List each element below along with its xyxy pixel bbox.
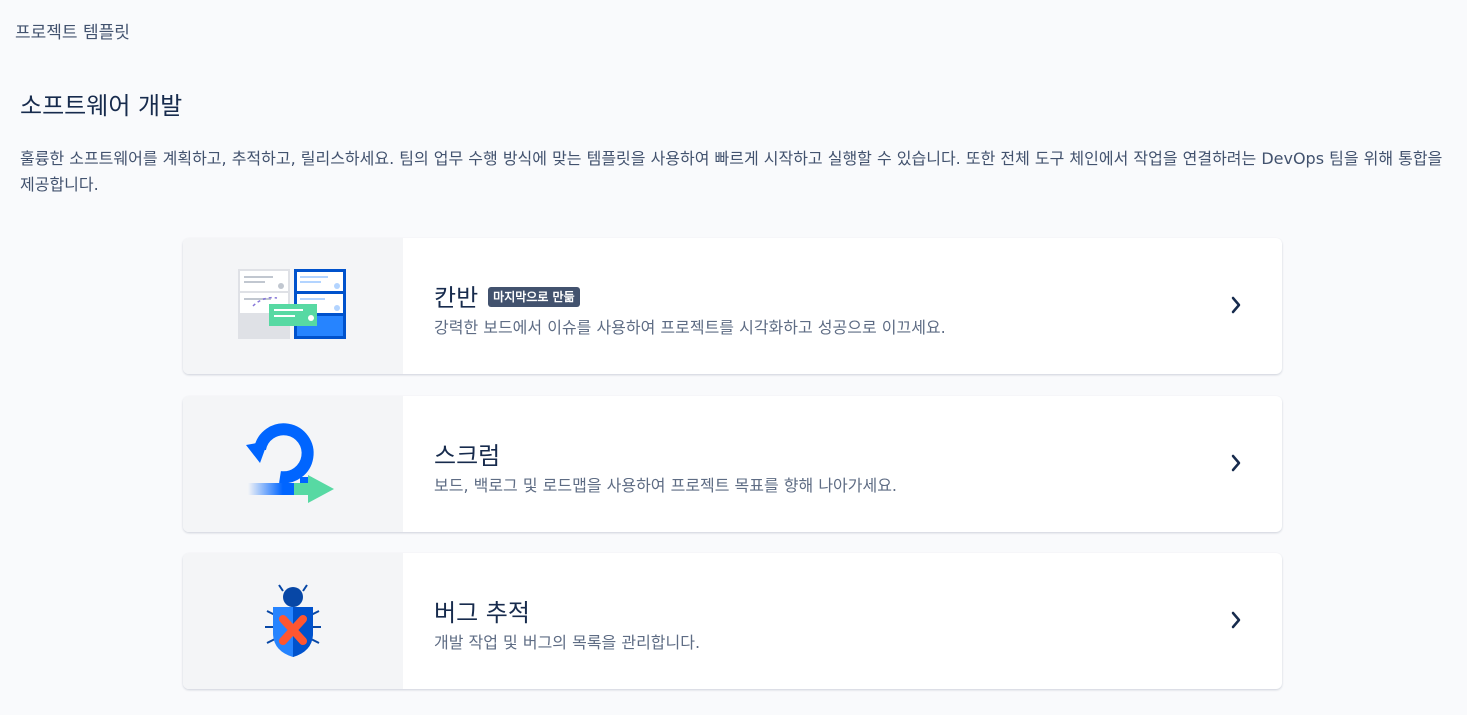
breadcrumb[interactable]: 프로젝트 템플릿 <box>15 18 130 43</box>
last-created-badge: 마지막으로 만듦 <box>488 286 580 307</box>
scrum-illustration <box>183 396 403 532</box>
scrum-cycle-icon <box>246 423 334 503</box>
card-description: 강력한 보드에서 이슈를 사용하여 프로젝트를 시각화하고 성공으로 이끄세요. <box>434 318 946 337</box>
template-card-kanban[interactable]: 칸반 마지막으로 만듦 강력한 보드에서 이슈를 사용하여 프로젝트를 시각화하… <box>183 238 1282 374</box>
card-description: 개발 작업 및 버그의 목록을 관리합니다. <box>434 633 701 652</box>
chevron-right-icon[interactable] <box>1226 452 1246 474</box>
page-title: 소프트웨어 개발 <box>20 92 183 120</box>
card-description: 보드, 백로그 및 로드맵을 사용하여 프로젝트 목표를 향해 나아가세요. <box>434 476 898 495</box>
kanban-board-icon <box>238 269 346 339</box>
template-card-scrum[interactable]: 스크럼 보드, 백로그 및 로드맵을 사용하여 프로젝트 목표를 향해 나아가세… <box>183 396 1282 532</box>
card-title: 버그 추적 <box>434 599 530 627</box>
chevron-right-icon[interactable] <box>1226 609 1246 631</box>
template-card-bug-tracking[interactable]: 버그 추적 개발 작업 및 버그의 목록을 관리합니다. <box>183 553 1282 689</box>
card-title: 스크럼 <box>434 442 501 470</box>
bug-illustration <box>183 553 403 689</box>
chevron-right-icon[interactable] <box>1226 294 1246 316</box>
kanban-illustration <box>183 238 403 374</box>
bug-shield-icon <box>265 584 321 657</box>
section-description: 훌륭한 소프트웨어를 계획하고, 추적하고, 릴리스하세요. 팀의 업무 수행 … <box>20 149 1443 194</box>
card-title: 칸반 <box>434 284 479 312</box>
